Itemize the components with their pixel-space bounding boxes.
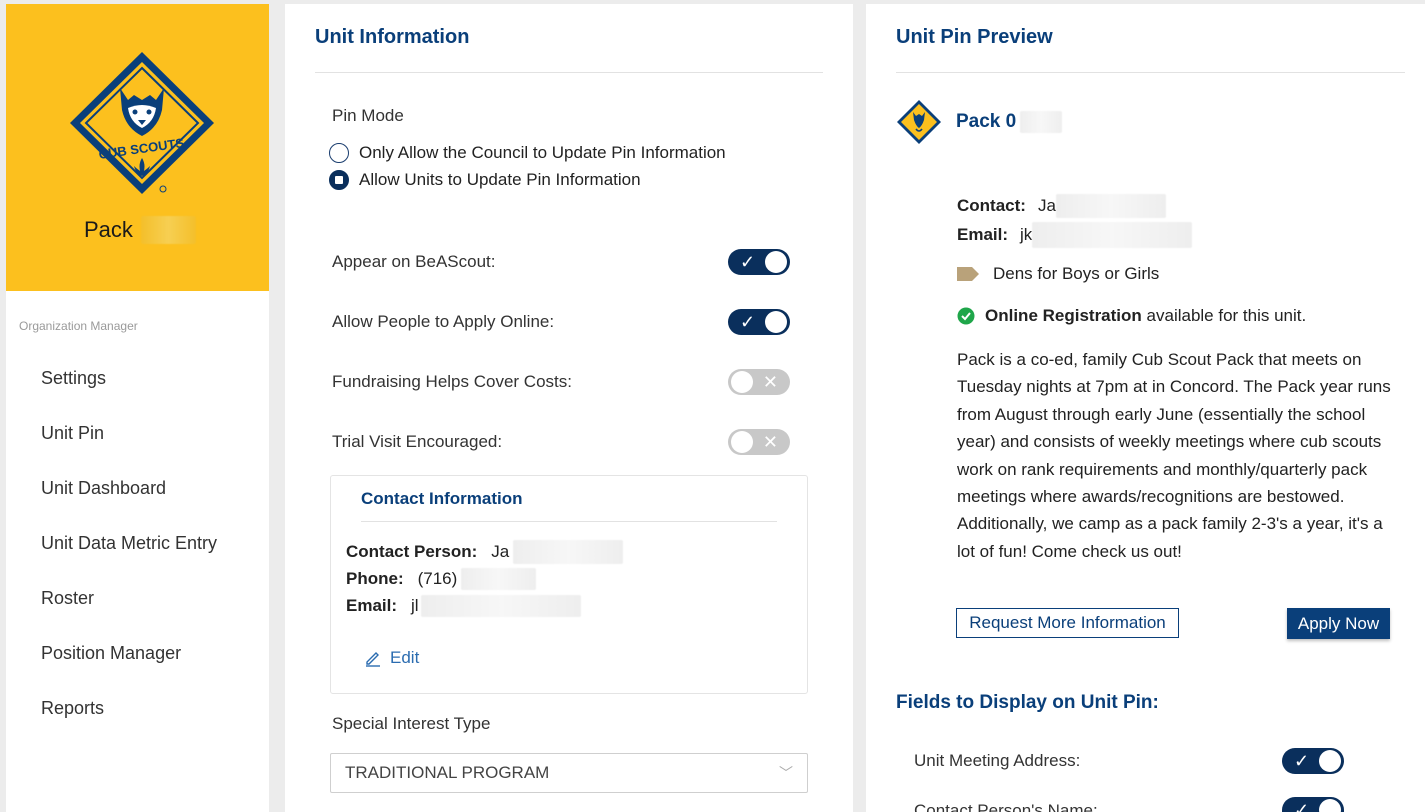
title-divider	[315, 72, 823, 73]
edit-label: Edit	[390, 648, 420, 667]
contact-person-value: Ja	[491, 542, 510, 561]
fundraising-label: Fundraising Helps Cover Costs:	[332, 372, 572, 391]
apply-now-button[interactable]: Apply Now	[1287, 608, 1390, 639]
phone-row: Phone: (716)	[346, 568, 537, 590]
redacted-email	[420, 595, 581, 617]
pin-mode-option-units[interactable]: Allow Units to Update Pin Information	[329, 170, 641, 190]
pin-mode-label: Pin Mode	[332, 106, 404, 125]
apply-online-toggle[interactable]: ✓	[728, 309, 790, 335]
check-icon: ✓	[740, 252, 756, 272]
redacted-pin-pack-number	[1020, 111, 1063, 133]
field-contact-name-toggle[interactable]: ✓	[1282, 797, 1344, 812]
redacted-contact-person	[513, 540, 624, 564]
online-registration-bold: Online Registration	[985, 306, 1142, 325]
appear-beascout-label: Appear on BeAScout:	[332, 252, 496, 271]
sidebar: CUB SCOUTS Pack Organization Manager Set…	[6, 4, 269, 812]
online-registration-rest: available for this unit.	[1146, 306, 1307, 325]
special-interest-value: TRADITIONAL PROGRAM	[345, 763, 550, 782]
trial-visit-toggle[interactable]: ✕	[728, 429, 790, 455]
redacted-phone	[461, 568, 537, 590]
field-meeting-address-toggle[interactable]: ✓	[1282, 748, 1344, 774]
pin-contact-label: Contact:	[957, 196, 1026, 215]
contact-information-card: Contact Information Contact Person: Ja P…	[330, 475, 808, 694]
online-registration-row: Online Registration available for this u…	[957, 306, 1306, 326]
field-contact-name-label: Contact Person's Name:	[914, 801, 1098, 812]
nav-unit-data-metric-entry[interactable]: Unit Data Metric Entry	[6, 519, 269, 574]
email-row: Email: jl	[346, 595, 581, 617]
fundraising-toggle[interactable]: ✕	[728, 369, 790, 395]
trial-visit-label: Trial Visit Encouraged:	[332, 432, 503, 451]
fields-to-display-title: Fields to Display on Unit Pin:	[896, 692, 1159, 713]
contact-divider	[361, 521, 777, 522]
email-label: Email:	[346, 596, 398, 615]
radio-units[interactable]	[329, 170, 349, 190]
check-icon: ✓	[740, 312, 756, 332]
contact-person-row: Contact Person: Ja	[346, 540, 624, 564]
special-interest-select[interactable]: TRADITIONAL PROGRAM ﹀	[330, 753, 808, 793]
field-meeting-address-label: Unit Meeting Address:	[914, 751, 1081, 770]
x-icon: ✕	[762, 432, 778, 452]
redacted-pack-number	[140, 216, 196, 244]
pin-contact-value: Ja	[1037, 196, 1056, 215]
email-value: jl	[411, 596, 419, 615]
sidebar-header: CUB SCOUTS Pack	[6, 4, 269, 291]
preview-divider	[896, 72, 1405, 73]
pin-email-row: Email: jk	[957, 222, 1193, 248]
nav-reports[interactable]: Reports	[6, 684, 269, 739]
nav-roster[interactable]: Roster	[6, 574, 269, 629]
chevron-down-icon: ﹀	[779, 765, 793, 781]
pin-mode-option-council[interactable]: Only Allow the Council to Update Pin Inf…	[329, 143, 726, 163]
pin-email-value: jk	[1020, 225, 1033, 244]
pin-header: Pack 0	[896, 99, 1063, 145]
check-icon: ✓	[1294, 800, 1310, 812]
pack-name-text: Pack	[84, 217, 133, 242]
tag-icon	[957, 267, 979, 281]
check-circle-icon	[957, 307, 975, 325]
cub-scouts-small-logo-icon	[897, 100, 941, 144]
unit-information-title: Unit Information	[315, 26, 470, 48]
appear-beascout-toggle[interactable]: ✓	[728, 249, 790, 275]
request-more-info-button[interactable]: Request More Information	[956, 608, 1179, 638]
nav-settings[interactable]: Settings	[6, 354, 269, 409]
contact-information-title: Contact Information	[361, 489, 523, 508]
contact-person-label: Contact Person:	[346, 542, 478, 561]
phone-value: (716)	[417, 569, 458, 588]
edit-contact-button[interactable]: Edit	[364, 648, 419, 668]
unit-information-panel: Unit Information Pin Mode Only Allow the…	[285, 4, 853, 812]
cub-scouts-logo: CUB SCOUTS	[62, 48, 222, 198]
pencil-icon	[366, 652, 380, 667]
redacted-pin-email	[1032, 222, 1193, 248]
radio-units-label: Allow Units to Update Pin Information	[359, 170, 641, 189]
nav-position-manager[interactable]: Position Manager	[6, 629, 269, 684]
unit-description: Pack is a co-ed, family Cub Scout Pack t…	[957, 350, 1391, 561]
radio-council[interactable]	[329, 143, 349, 163]
pin-pack-title-text: Pack 0	[956, 111, 1017, 132]
apply-online-label: Allow People to Apply Online:	[332, 312, 555, 331]
phone-label: Phone:	[346, 569, 404, 588]
check-icon: ✓	[1294, 751, 1310, 771]
special-interest-label: Special Interest Type	[332, 714, 491, 733]
nav-unit-dashboard[interactable]: Unit Dashboard	[6, 464, 269, 519]
pin-contact-row: Contact: Ja	[957, 194, 1166, 218]
sidebar-pack-name: Pack	[84, 216, 196, 244]
dens-row: Dens for Boys or Girls	[957, 264, 1159, 284]
sidebar-nav: Settings Unit Pin Unit Dashboard Unit Da…	[6, 354, 269, 739]
radio-council-label: Only Allow the Council to Update Pin Inf…	[359, 143, 726, 162]
pin-pack-title: Pack 0	[956, 111, 1063, 133]
x-icon: ✕	[762, 372, 778, 392]
dens-text: Dens for Boys or Girls	[993, 264, 1160, 283]
nav-unit-pin[interactable]: Unit Pin	[6, 409, 269, 464]
org-manager-label: Organization Manager	[19, 319, 138, 333]
redacted-pin-contact	[1055, 194, 1166, 218]
unit-pin-preview-title: Unit Pin Preview	[896, 26, 1053, 48]
unit-pin-preview-panel: Unit Pin Preview Pack 0 Contact: Ja Emai…	[866, 4, 1425, 812]
pin-email-label: Email:	[957, 225, 1009, 244]
